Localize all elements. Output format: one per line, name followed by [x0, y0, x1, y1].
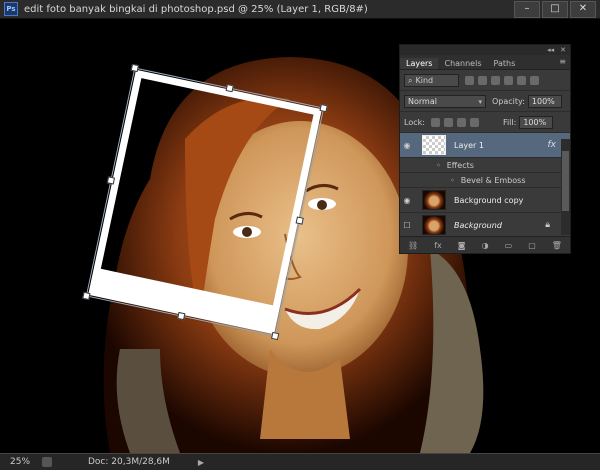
fx-icon[interactable]: fx	[548, 140, 557, 150]
adjustment-filter-icon[interactable]	[478, 75, 487, 85]
visibility-eye-icon[interactable]: ◉	[400, 196, 414, 205]
adjustment-layer-icon[interactable]: ◑	[482, 241, 489, 250]
smart-object-filter-icon[interactable]	[517, 75, 526, 85]
transform-handle[interactable]	[130, 63, 139, 73]
blend-mode-select[interactable]: Normal ▾	[404, 94, 486, 108]
lock-label: Lock:	[404, 117, 425, 127]
layer-row-background[interactable]: ☐ Background 🔒︎	[400, 213, 570, 238]
layer-name: Layer 1	[454, 140, 484, 150]
layer-thumbnail	[422, 215, 446, 235]
close-panel-icon[interactable]: ✕	[560, 46, 566, 54]
close-button[interactable]: ✕	[570, 1, 596, 18]
filter-kind-select[interactable]: ⌕ Kind	[404, 73, 459, 87]
panel-tabs: Layers Channels Paths ≡	[400, 55, 570, 70]
pixel-filter-icon[interactable]	[465, 75, 474, 85]
delete-layer-icon[interactable]: 🗑︎	[552, 241, 562, 250]
layer-name: Background	[454, 220, 502, 230]
minimize-button[interactable]: –	[514, 1, 540, 18]
title-bar: Ps edit foto banyak bingkai di photoshop…	[0, 0, 600, 19]
new-group-icon[interactable]: ▭	[505, 241, 513, 250]
lock-row: Lock: Fill: 100%	[400, 112, 570, 133]
transform-handle[interactable]	[271, 331, 280, 341]
layer-row-background-copy[interactable]: ◉ Background copy	[400, 188, 570, 213]
search-icon: ⌕	[408, 75, 413, 85]
filter-kind-label: Kind	[415, 75, 434, 85]
chevron-down-icon: ▾	[478, 97, 482, 106]
transform-handle[interactable]	[295, 216, 304, 225]
visibility-eye-icon[interactable]: ◉	[400, 141, 414, 150]
type-filter-icon[interactable]	[491, 75, 500, 85]
maximize-button[interactable]: □	[542, 1, 568, 18]
blend-row: Normal ▾ Opacity: 100%	[400, 91, 570, 112]
window-title: edit foto banyak bingkai di photoshop.ps…	[24, 3, 368, 15]
transform-handle[interactable]	[82, 291, 91, 301]
effects-eye-icon[interactable]: ◦	[436, 161, 441, 170]
photoshop-icon: Ps	[4, 2, 18, 16]
layer-row-layer1[interactable]: ◉ Layer 1 fx	[400, 133, 570, 158]
effect-item-label: Bevel & Emboss	[460, 175, 526, 185]
visibility-toggle-box[interactable]: ☐	[400, 221, 414, 230]
status-menu-arrow-icon[interactable]: ▶	[198, 458, 204, 467]
status-bar: 25% Doc: 20,3M/28,6M ▶	[0, 453, 600, 470]
link-layers-icon[interactable]: ⛓	[408, 241, 418, 250]
opacity-input[interactable]: 100%	[527, 94, 562, 108]
collapse-icon[interactable]: ◂◂	[547, 46, 554, 54]
lock-transparency-icon[interactable]	[430, 117, 440, 127]
lock-icons	[430, 117, 479, 127]
new-layer-icon[interactable]: ▢	[528, 241, 536, 250]
window-controls: – □ ✕	[514, 1, 596, 18]
fill-input[interactable]: 100%	[519, 115, 554, 129]
filter-icons	[465, 75, 539, 85]
panel-menu-icon[interactable]: ≡	[559, 57, 566, 66]
scroll-thumb[interactable]	[562, 151, 569, 211]
transform-handle[interactable]	[225, 83, 234, 93]
layers-scrollbar[interactable]	[561, 139, 570, 235]
lock-position-icon[interactable]	[456, 117, 466, 127]
transform-handle[interactable]	[177, 311, 186, 321]
filter-row: ⌕ Kind	[400, 70, 570, 91]
shape-filter-icon[interactable]	[504, 75, 513, 85]
fill-value: 100%	[523, 117, 547, 127]
effects-row[interactable]: ◦ Effects	[400, 158, 570, 173]
transform-handle[interactable]	[106, 176, 116, 185]
filter-toggle-icon[interactable]	[530, 75, 539, 85]
add-mask-icon[interactable]: ◙	[458, 241, 466, 250]
tab-paths[interactable]: Paths	[488, 58, 522, 69]
lock-all-icon[interactable]	[469, 117, 479, 127]
transform-handle[interactable]	[319, 103, 328, 113]
opacity-value: 100%	[531, 96, 555, 106]
zoom-level[interactable]: 25%	[10, 457, 36, 467]
add-style-icon[interactable]: fx	[434, 241, 442, 250]
status-info-icon[interactable]	[42, 457, 52, 467]
layer-thumbnail	[422, 135, 446, 155]
layers-panel: ◂◂ ✕ Layers Channels Paths ≡ ⌕ Kind Norm…	[399, 44, 571, 254]
lock-pixels-icon[interactable]	[443, 117, 453, 127]
effects-label: Effects	[446, 160, 474, 170]
opacity-label: Opacity:	[492, 96, 525, 106]
fill-label: Fill:	[502, 117, 517, 127]
panel-footer: ⛓ fx ◙ ◑ ▭ ▢ 🗑︎	[400, 236, 570, 253]
effect-eye-icon[interactable]: ◦	[450, 176, 455, 185]
layer-name: Background copy	[454, 195, 524, 205]
tab-layers[interactable]: Layers	[400, 58, 439, 69]
document-info: Doc: 20,3M/28,6M	[88, 457, 170, 467]
layer-thumbnail	[422, 190, 446, 210]
tab-channels[interactable]: Channels	[438, 58, 487, 69]
effect-item-row[interactable]: ◦ Bevel & Emboss	[400, 173, 570, 188]
blend-mode-value: Normal	[408, 96, 437, 106]
lock-icon: 🔒︎	[545, 220, 550, 230]
panel-header: ◂◂ ✕	[400, 45, 570, 55]
